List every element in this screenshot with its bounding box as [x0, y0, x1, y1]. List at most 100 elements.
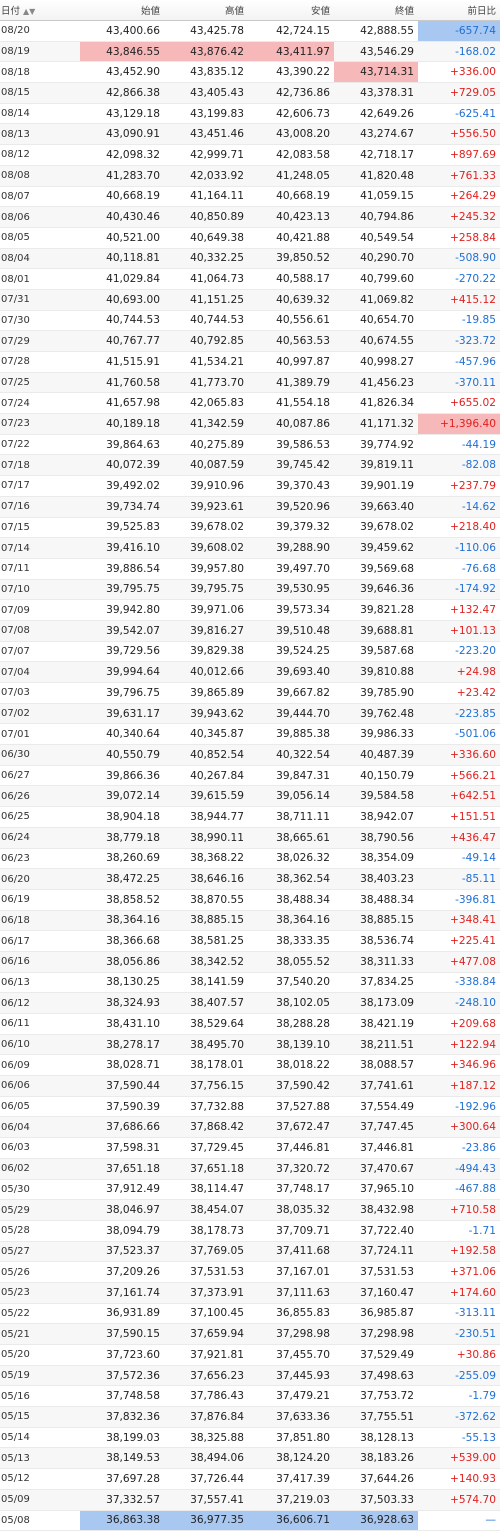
high-cell: 38,342.52 [164, 951, 248, 973]
high-column-header[interactable]: 高値 [164, 0, 248, 21]
date-cell: 08/04 [0, 248, 80, 270]
date-cell: 07/23 [0, 413, 80, 435]
date-cell: 06/17 [0, 930, 80, 952]
high-cell: 39,971.06 [164, 599, 248, 621]
close-cell: 37,160.47 [334, 1282, 418, 1304]
high-cell: 38,495.70 [164, 1034, 248, 1056]
high-cell: 38,178.01 [164, 1054, 248, 1077]
close-cell: 42,888.55 [334, 20, 418, 42]
close-column-header[interactable]: 終値 [334, 0, 418, 21]
date-cell: 06/02 [0, 1158, 80, 1180]
close-cell: 38,536.74 [334, 930, 418, 952]
high-cell: 38,454.07 [164, 1199, 248, 1221]
change-cell: +264.29 [418, 186, 500, 208]
sort-arrows-icon[interactable]: ▲▼ [23, 7, 35, 16]
high-cell: 37,876.84 [164, 1406, 248, 1428]
close-cell: 38,432.98 [334, 1199, 418, 1221]
open-cell: 40,744.53 [80, 310, 164, 332]
date-cell: 07/16 [0, 496, 80, 518]
table-row: 06/24 38,779.18 38,990.11 38,665.61 38,790.5… [0, 827, 500, 849]
close-cell: 40,654.70 [334, 310, 418, 332]
open-column-header[interactable]: 始値 [80, 0, 164, 21]
date-cell: 06/18 [0, 910, 80, 932]
close-cell: 39,819.11 [334, 454, 418, 477]
change-cell: -85.11 [418, 868, 500, 890]
open-cell: 39,631.17 [80, 703, 164, 725]
change-cell: -192.96 [418, 1096, 500, 1118]
change-cell: -370.11 [418, 372, 500, 394]
high-cell: 39,615.59 [164, 785, 248, 808]
close-cell: 37,503.33 [334, 1489, 418, 1511]
table-row: 08/12 42,098.32 42,999.71 42,083.58 42,718.1… [0, 144, 500, 166]
table-row: 05/19 37,572.36 37,656.23 37,445.93 37,498.6… [0, 1365, 500, 1387]
high-cell: 38,581.25 [164, 930, 248, 952]
date-cell: 05/15 [0, 1406, 80, 1428]
date-cell: 06/26 [0, 785, 80, 808]
low-cell: 37,446.81 [248, 1137, 334, 1159]
change-cell: -14.62 [418, 496, 500, 518]
date-cell: 08/20 [0, 20, 80, 42]
low-cell: 38,102.05 [248, 992, 334, 1014]
date-cell: 07/01 [0, 723, 80, 746]
close-cell: 43,714.31 [334, 61, 418, 84]
close-cell: 37,724.11 [334, 1241, 418, 1263]
change-cell: -467.88 [418, 1179, 500, 1201]
change-cell: -110.06 [418, 537, 500, 559]
low-cell: 38,035.32 [248, 1199, 334, 1221]
high-cell: 37,729.45 [164, 1137, 248, 1159]
low-column-header[interactable]: 安値 [248, 0, 334, 21]
low-cell: 39,745.42 [248, 454, 334, 477]
open-cell: 40,767.77 [80, 330, 164, 352]
change-cell: +415.12 [418, 289, 500, 311]
change-cell: -230.51 [418, 1323, 500, 1345]
change-cell: -223.85 [418, 703, 500, 725]
open-cell: 37,723.60 [80, 1344, 164, 1366]
high-cell: 39,816.27 [164, 620, 248, 642]
close-cell: 39,810.88 [334, 661, 418, 683]
low-cell: 41,248.05 [248, 165, 334, 187]
change-cell: +225.41 [418, 930, 500, 952]
change-cell: +258.84 [418, 227, 500, 249]
close-cell: 39,986.33 [334, 723, 418, 746]
date-cell: 08/01 [0, 268, 80, 290]
low-cell: 40,997.87 [248, 351, 334, 373]
change-cell: -255.09 [418, 1365, 500, 1387]
open-cell: 39,734.74 [80, 496, 164, 518]
open-cell: 38,472.25 [80, 868, 164, 890]
change-cell: -19.85 [418, 310, 500, 332]
table-row: 07/01 40,340.64 40,345.87 39,885.38 39,986.3… [0, 723, 500, 746]
change-cell: +300.64 [418, 1116, 500, 1139]
close-cell: 37,446.81 [334, 1137, 418, 1159]
close-cell: 37,554.49 [334, 1096, 418, 1118]
high-cell: 41,534.21 [164, 351, 248, 373]
change-column-header[interactable]: 前日比 [418, 0, 500, 21]
close-cell: 38,790.56 [334, 827, 418, 849]
high-cell: 38,990.11 [164, 827, 248, 849]
close-cell: 37,965.10 [334, 1179, 418, 1201]
table-row: 07/02 39,631.17 39,943.62 39,444.70 39,762.4… [0, 703, 500, 725]
table-row: 07/10 39,795.75 39,795.75 39,530.95 39,646.3… [0, 579, 500, 601]
table-row: 06/26 39,072.14 39,615.59 39,056.14 39,584.5… [0, 785, 500, 808]
table-row: 08/14 43,129.18 43,199.83 42,606.73 42,649.2… [0, 103, 500, 125]
date-column-header[interactable]: 日付 ▲▼ [0, 0, 80, 21]
change-cell: — [418, 1510, 500, 1531]
open-cell: 42,866.38 [80, 82, 164, 104]
date-cell: 08/05 [0, 227, 80, 249]
close-cell: 38,173.09 [334, 992, 418, 1014]
date-cell: 08/08 [0, 165, 80, 187]
low-cell: 40,087.86 [248, 413, 334, 435]
table-row: 05/27 37,523.37 37,769.05 37,411.68 37,724.1… [0, 1241, 500, 1263]
close-cell: 41,171.32 [334, 413, 418, 435]
change-cell: +30.86 [418, 1344, 500, 1366]
close-cell: 37,498.63 [334, 1365, 418, 1387]
high-cell: 40,332.25 [164, 248, 248, 270]
high-cell: 37,868.42 [164, 1116, 248, 1139]
low-cell: 38,055.52 [248, 951, 334, 973]
change-cell: -1.79 [418, 1385, 500, 1408]
high-cell: 37,100.45 [164, 1303, 248, 1325]
date-cell: 07/03 [0, 682, 80, 704]
open-cell: 37,590.39 [80, 1096, 164, 1118]
close-cell: 40,487.39 [334, 744, 418, 766]
low-cell: 38,124.20 [248, 1447, 334, 1470]
open-cell: 41,283.70 [80, 165, 164, 187]
